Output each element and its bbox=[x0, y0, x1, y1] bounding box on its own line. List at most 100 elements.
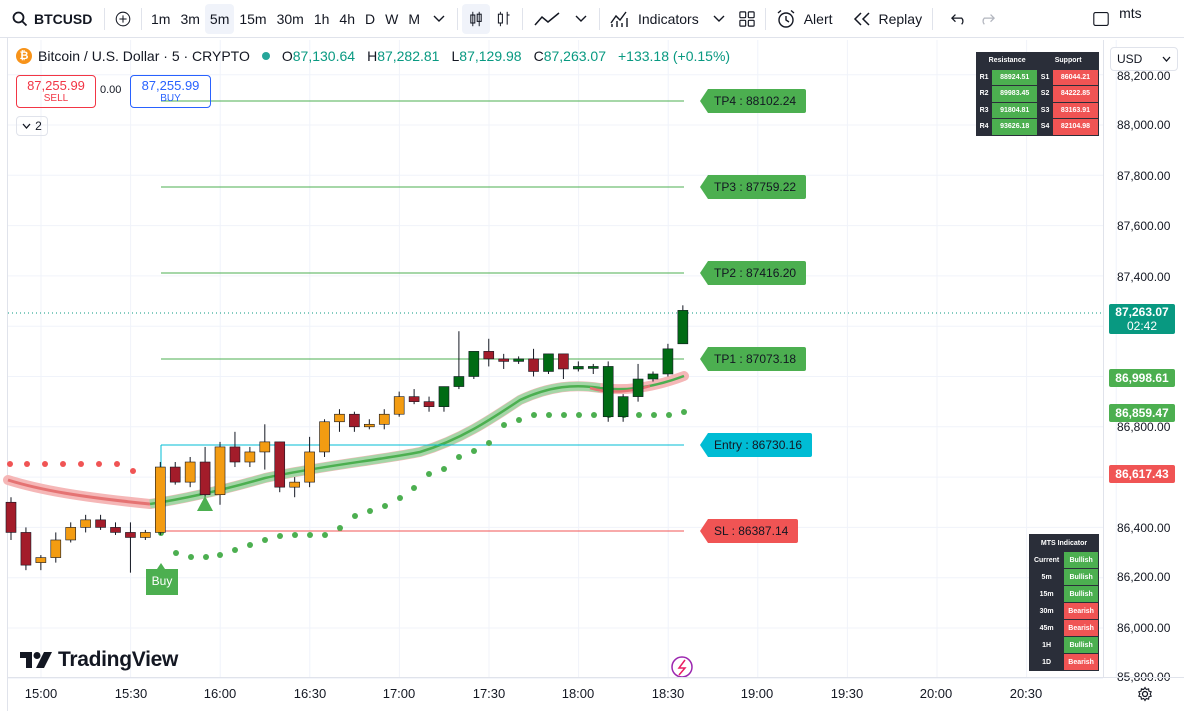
trend-state: Bullish bbox=[1063, 636, 1099, 654]
table-row: 15m Bullish bbox=[1028, 585, 1099, 603]
ohlc-close-label: C bbox=[533, 48, 544, 64]
support-dot bbox=[486, 440, 492, 446]
bull-candle bbox=[50, 539, 62, 558]
bull-candle bbox=[364, 423, 375, 428]
bull-candle bbox=[65, 527, 77, 541]
price-tick: 88,000.00 bbox=[1117, 118, 1171, 132]
time-scale[interactable] bbox=[8, 677, 1184, 711]
bull-candle bbox=[513, 358, 524, 362]
price-tick: 86,800.00 bbox=[1117, 420, 1171, 434]
bull-candle bbox=[453, 376, 465, 387]
support-level-value: 86044.21 bbox=[1051, 68, 1100, 86]
time-tick: 20:30 bbox=[1009, 686, 1043, 701]
support-dot bbox=[666, 412, 672, 418]
tp4-label[interactable]: TP4 : 88102.24 bbox=[700, 89, 807, 113]
currency-select[interactable]: USD bbox=[1110, 47, 1178, 71]
timeframe-label: 1H bbox=[1028, 636, 1065, 654]
bitcoin-icon: ₿ bbox=[16, 48, 32, 64]
resistance-header: Resistance bbox=[975, 52, 1039, 70]
settings-gear-icon bbox=[1138, 686, 1152, 702]
time-tick: 15:00 bbox=[24, 686, 58, 701]
time-tick: 18:30 bbox=[651, 686, 685, 701]
time-tick: 19:00 bbox=[740, 686, 774, 701]
resistance-dot bbox=[96, 461, 102, 467]
trend-state: Bearish bbox=[1063, 602, 1099, 620]
support-dot bbox=[247, 542, 253, 548]
resistance-dot bbox=[114, 461, 120, 467]
time-tick: 18:00 bbox=[561, 686, 595, 701]
support-dot bbox=[471, 448, 477, 454]
trend-state: Bullish bbox=[1063, 551, 1099, 569]
support-level-value: 82104.98 bbox=[1051, 118, 1100, 136]
support-dot bbox=[382, 503, 388, 509]
indicators-collapse-button[interactable]: 2 bbox=[16, 116, 48, 136]
support-level-label: S2 bbox=[1037, 85, 1053, 103]
price-tick: 86,200.00 bbox=[1117, 570, 1171, 584]
resistance-dot bbox=[78, 461, 84, 467]
bear-candle bbox=[408, 396, 420, 402]
chevron-down-icon bbox=[1162, 56, 1171, 62]
bull-candle bbox=[632, 378, 644, 397]
sell-label: SELL bbox=[43, 93, 69, 104]
bull-candle bbox=[334, 413, 345, 423]
table-row: 45m Bearish bbox=[1028, 619, 1099, 637]
table-row: 5m Bullish bbox=[1028, 568, 1099, 586]
time-tick: 16:00 bbox=[203, 686, 237, 701]
buy-signal-label: Buy bbox=[151, 574, 173, 588]
bear-candle bbox=[229, 446, 241, 463]
support-dot bbox=[307, 532, 313, 538]
time-tick: 17:30 bbox=[472, 686, 506, 701]
table-row: R2 89983.45 S2 84222.85 bbox=[975, 85, 1100, 103]
bear-candle bbox=[199, 461, 211, 496]
bull-candle bbox=[304, 451, 315, 483]
resistance-level-label: R2 bbox=[975, 85, 993, 103]
table-row: Current Bullish bbox=[1028, 551, 1099, 569]
ema-band-shadow bbox=[3, 371, 689, 510]
entry-label[interactable]: Entry : 86730.16 bbox=[700, 433, 813, 457]
legend-title[interactable]: Bitcoin / U.S. Dollar · 5 · CRYPTO bbox=[38, 48, 250, 64]
events-icon[interactable] bbox=[671, 656, 693, 678]
tradingview-watermark[interactable]: TradingView bbox=[20, 648, 178, 672]
tp1-label[interactable]: TP1 : 87073.18 bbox=[700, 347, 807, 371]
table-row: 1D Bearish bbox=[1028, 653, 1099, 671]
resistance-dot bbox=[42, 461, 48, 467]
bull-candle bbox=[80, 519, 91, 528]
timeframe-label: 30m bbox=[1028, 602, 1065, 620]
ohlc-change: +133.18 (+0.15%) bbox=[618, 48, 731, 64]
buy-button[interactable]: 87,255.99 BUY bbox=[130, 75, 211, 108]
support-dot bbox=[561, 412, 567, 418]
sell-button[interactable]: 87,255.99 SELL bbox=[16, 75, 96, 108]
scale-settings-button[interactable] bbox=[1137, 686, 1153, 707]
spread-value: 0.00 bbox=[100, 84, 122, 96]
symbol-legend: ₿ Bitcoin / U.S. Dollar · 5 · CRYPTO O 87… bbox=[16, 48, 736, 64]
support-dot bbox=[546, 412, 552, 418]
support-dot bbox=[636, 412, 642, 418]
price-label-resistance-dots: 86,617.43 bbox=[1109, 465, 1175, 483]
table-row: 1H Bullish bbox=[1028, 636, 1099, 654]
bear-candle bbox=[498, 358, 509, 362]
bear-candle bbox=[5, 501, 17, 533]
support-dot bbox=[217, 552, 223, 558]
trend-state: Bearish bbox=[1063, 619, 1099, 637]
sl-label[interactable]: SL : 86387.14 bbox=[700, 519, 799, 543]
trend-state: Bearish bbox=[1063, 653, 1099, 671]
market-status-dot[interactable] bbox=[261, 52, 270, 60]
bear-candle bbox=[110, 527, 121, 533]
resistance-dot bbox=[130, 468, 136, 474]
watermark-text: TradingView bbox=[58, 648, 179, 671]
ohlc-low-label: L bbox=[451, 48, 460, 64]
bear-candle bbox=[423, 401, 435, 407]
ohlc-low-value: 87,129.98 bbox=[459, 48, 522, 64]
bull-candle bbox=[393, 396, 405, 415]
price-label-ema: 86,998.61 bbox=[1109, 369, 1175, 387]
support-dot bbox=[203, 554, 209, 560]
price-tick: 86,000.00 bbox=[1117, 621, 1171, 635]
bear-candle bbox=[95, 519, 106, 528]
sell-price: 87,255.99 bbox=[27, 78, 85, 93]
timeframe-label: 1D bbox=[1028, 653, 1065, 671]
support-dot bbox=[591, 412, 597, 418]
tp2-label[interactable]: TP2 : 87416.20 bbox=[700, 261, 807, 285]
tp3-label[interactable]: TP3 : 87759.22 bbox=[700, 175, 807, 199]
bull-candle bbox=[662, 348, 674, 375]
price-tick: 87,400.00 bbox=[1117, 270, 1171, 284]
